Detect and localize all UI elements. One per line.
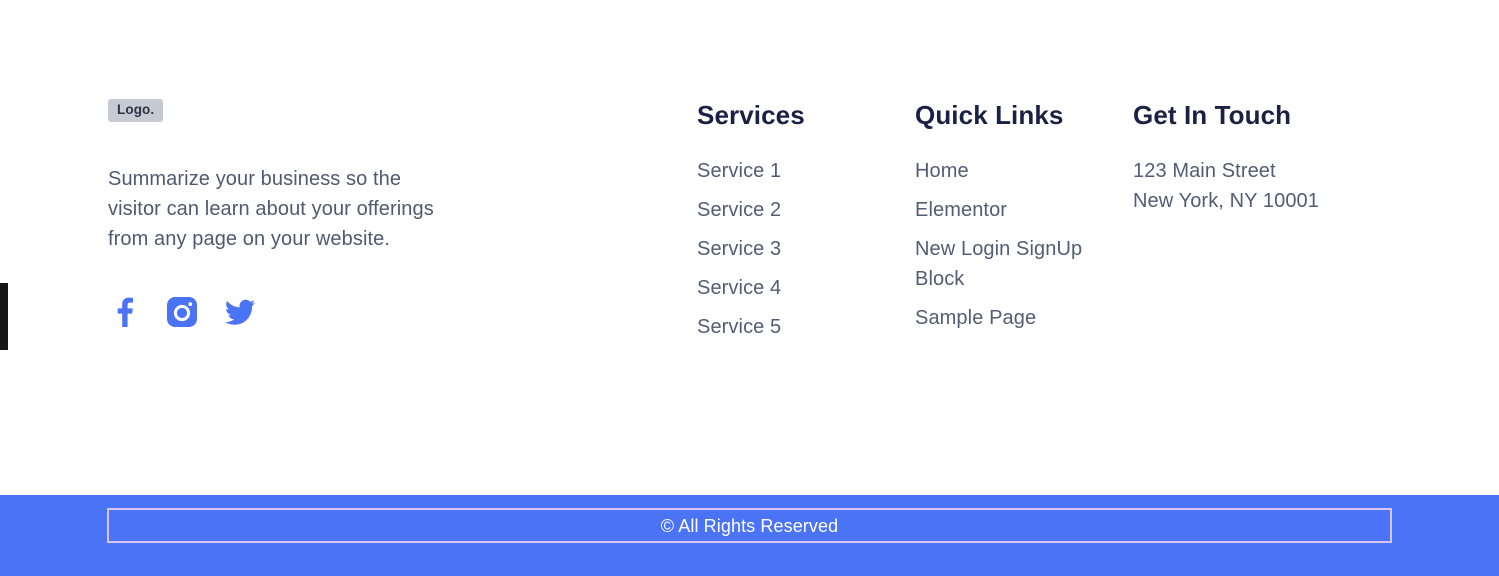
quick-links-column-title: Quick Links	[915, 100, 1064, 130]
brand-description: Summarize your business so the visitor c…	[108, 168, 434, 250]
contact-column-title: Get In Touch	[1133, 100, 1292, 130]
quick-link-new-login-signup-block[interactable]: New Login SignUp Block	[915, 234, 1120, 294]
services-link-service-3[interactable]: Service 3	[697, 234, 781, 264]
contact-address: 123 Main Street New York, NY 10001	[1133, 156, 1373, 216]
quick-link-elementor[interactable]: Elementor	[915, 195, 1007, 225]
viewport-edge-marker	[0, 283, 8, 350]
services-link-list: Service 1 Service 2 Service 3 Service 4 …	[697, 156, 902, 342]
quick-links-link-list: Home Elementor New Login SignUp Block Sa…	[915, 156, 1120, 333]
list-item: Elementor	[915, 195, 1120, 225]
address-line-1: 123 Main Street	[1133, 160, 1276, 182]
instagram-icon	[167, 297, 197, 327]
footer-bottom-bar: © All Rights Reserved	[0, 495, 1499, 576]
social-link-facebook[interactable]	[108, 296, 140, 328]
footer-services-column: Services Service 1 Service 2 Service 3 S…	[697, 99, 902, 351]
services-link-service-4[interactable]: Service 4	[697, 273, 781, 303]
social-link-instagram[interactable]	[166, 296, 198, 328]
facebook-icon	[117, 297, 133, 327]
list-item: Service 3	[697, 234, 902, 264]
quick-link-home[interactable]: Home	[915, 156, 969, 186]
address-line-2: New York, NY 10001	[1133, 190, 1319, 212]
list-item: Home	[915, 156, 1120, 186]
footer-brand-column: Logo. Summarize your business so the vis…	[108, 99, 468, 328]
services-link-service-2[interactable]: Service 2	[697, 195, 781, 225]
services-column-title: Services	[697, 100, 805, 130]
footer-main-section: Logo. Summarize your business so the vis…	[0, 0, 1499, 495]
list-item: Service 1	[697, 156, 902, 186]
services-link-service-5[interactable]: Service 5	[697, 312, 781, 342]
list-item: Sample Page	[915, 303, 1120, 333]
list-item: Service 2	[697, 195, 902, 225]
footer-quick-links-column: Quick Links Home Elementor New Login Sig…	[915, 99, 1120, 342]
logo-badge[interactable]: Logo.	[108, 99, 164, 122]
social-links-row	[108, 296, 468, 328]
twitter-icon	[225, 299, 255, 325]
list-item: New Login SignUp Block	[915, 234, 1120, 294]
services-link-service-1[interactable]: Service 1	[697, 156, 781, 186]
quick-link-sample-page[interactable]: Sample Page	[915, 303, 1036, 333]
list-item: Service 4	[697, 273, 902, 303]
list-item: Service 5	[697, 312, 902, 342]
footer-contact-column: Get In Touch 123 Main Street New York, N…	[1133, 99, 1373, 216]
copyright-box: © All Rights Reserved	[107, 508, 1392, 543]
copyright-text: © All Rights Reserved	[660, 515, 839, 536]
social-link-twitter[interactable]	[224, 296, 256, 328]
